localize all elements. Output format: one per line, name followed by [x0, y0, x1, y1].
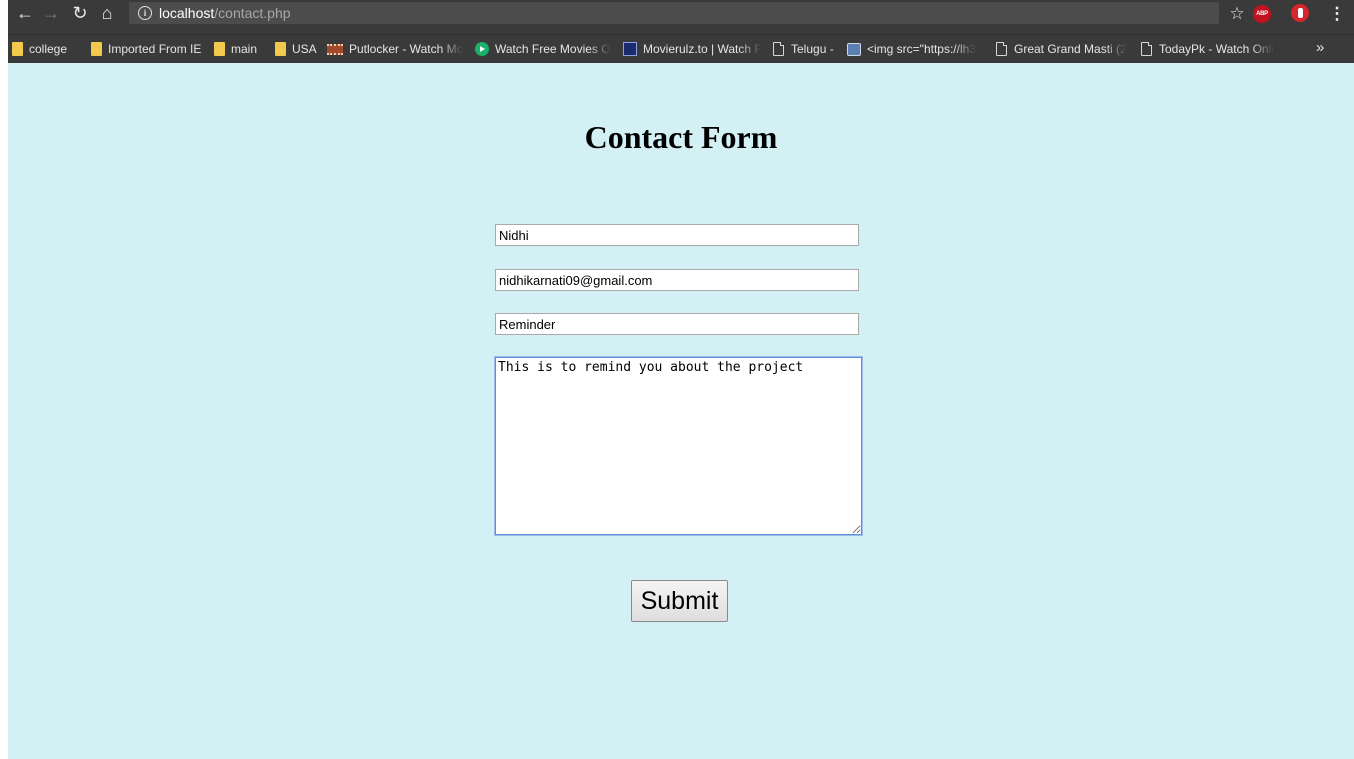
message-textarea[interactable]: This is to remind you about the project: [495, 357, 862, 535]
name-field[interactable]: [495, 224, 859, 246]
bookmarks-bar: college Imported From IE main USA Putloc…: [8, 34, 1354, 63]
bookmark-star-icon[interactable]: ☆: [1226, 2, 1248, 24]
url-path: /contact.php: [214, 5, 291, 21]
bookmark-label: <img src="https://lh3: [867, 42, 976, 56]
folder-icon: [12, 42, 23, 56]
info-icon[interactable]: i: [138, 6, 152, 20]
bookmark-great-grand-masti[interactable]: Great Grand Masti (20: [996, 40, 1127, 58]
bookmark-label: main: [231, 42, 258, 56]
play-icon: [475, 42, 489, 56]
folder-icon: [214, 42, 225, 56]
address-bar[interactable]: i localhost/contact.php: [129, 2, 1219, 24]
adblock-plus-icon[interactable]: ABP: [1253, 5, 1271, 23]
bookmark-putlocker[interactable]: Putlocker - Watch Mo: [327, 40, 464, 58]
bookmark-telugu[interactable]: Telugu -: [773, 40, 834, 58]
bookmark-movierulz[interactable]: Movierulz.to | Watch F: [623, 40, 766, 58]
page-icon: [996, 42, 1007, 56]
bookmark-label: Watch Free Movies O: [495, 42, 611, 56]
url-text: localhost/contact.php: [159, 5, 291, 21]
folder-icon: [275, 42, 286, 56]
browser-toolbar: ← → ↻ ⌂ i localhost/contact.php ☆ ABP ⋮: [8, 0, 1354, 34]
movierulz-icon: [623, 42, 637, 56]
email-field[interactable]: [495, 269, 859, 291]
subject-field[interactable]: [495, 313, 859, 335]
bookmark-label: USA: [292, 42, 317, 56]
bookmark-label: college: [29, 42, 68, 56]
bookmark-main[interactable]: main: [214, 40, 257, 58]
image-icon: [847, 42, 861, 56]
bookmark-imported-from-ie[interactable]: Imported From IE: [91, 40, 201, 58]
url-host: localhost: [159, 5, 215, 21]
back-arrow-icon[interactable]: ←: [14, 2, 36, 24]
folder-icon: [91, 42, 102, 56]
bookmark-label: Telugu -: [791, 42, 834, 56]
film-icon: [327, 43, 343, 55]
reload-icon[interactable]: ↻: [69, 2, 91, 24]
submit-button[interactable]: Submit: [631, 580, 728, 622]
bookmark-college[interactable]: college: [12, 40, 67, 58]
bookmark-label: Movierulz.to | Watch F: [643, 42, 762, 56]
bookmark-usa[interactable]: USA: [275, 40, 317, 58]
more-bookmarks-chevron-icon[interactable]: »: [1316, 39, 1324, 56]
bookmark-label: Putlocker - Watch Mo: [349, 42, 464, 56]
bookmark-label: Imported From IE: [108, 42, 202, 56]
adblock-label: ABP: [1256, 11, 1268, 17]
bookmark-label: Great Grand Masti (20: [1014, 42, 1127, 56]
menu-kebab-icon[interactable]: ⋮: [1326, 2, 1348, 24]
page-title: Contact Form: [584, 119, 778, 155]
forward-arrow-icon[interactable]: →: [40, 2, 62, 24]
bookmark-img-src[interactable]: <img src="https://lh3: [847, 40, 981, 58]
page-icon: [773, 42, 784, 56]
page-icon: [1141, 42, 1152, 56]
bookmark-watch-free-movies[interactable]: Watch Free Movies O: [475, 40, 616, 58]
page-content: Contact Form This is to remind you about…: [8, 63, 1354, 759]
home-icon[interactable]: ⌂: [96, 2, 118, 24]
ublock-icon[interactable]: [1291, 4, 1309, 22]
bookmark-todaypk[interactable]: TodayPk - Watch Onli: [1141, 40, 1282, 58]
bookmark-label: TodayPk - Watch Onli: [1159, 42, 1274, 56]
